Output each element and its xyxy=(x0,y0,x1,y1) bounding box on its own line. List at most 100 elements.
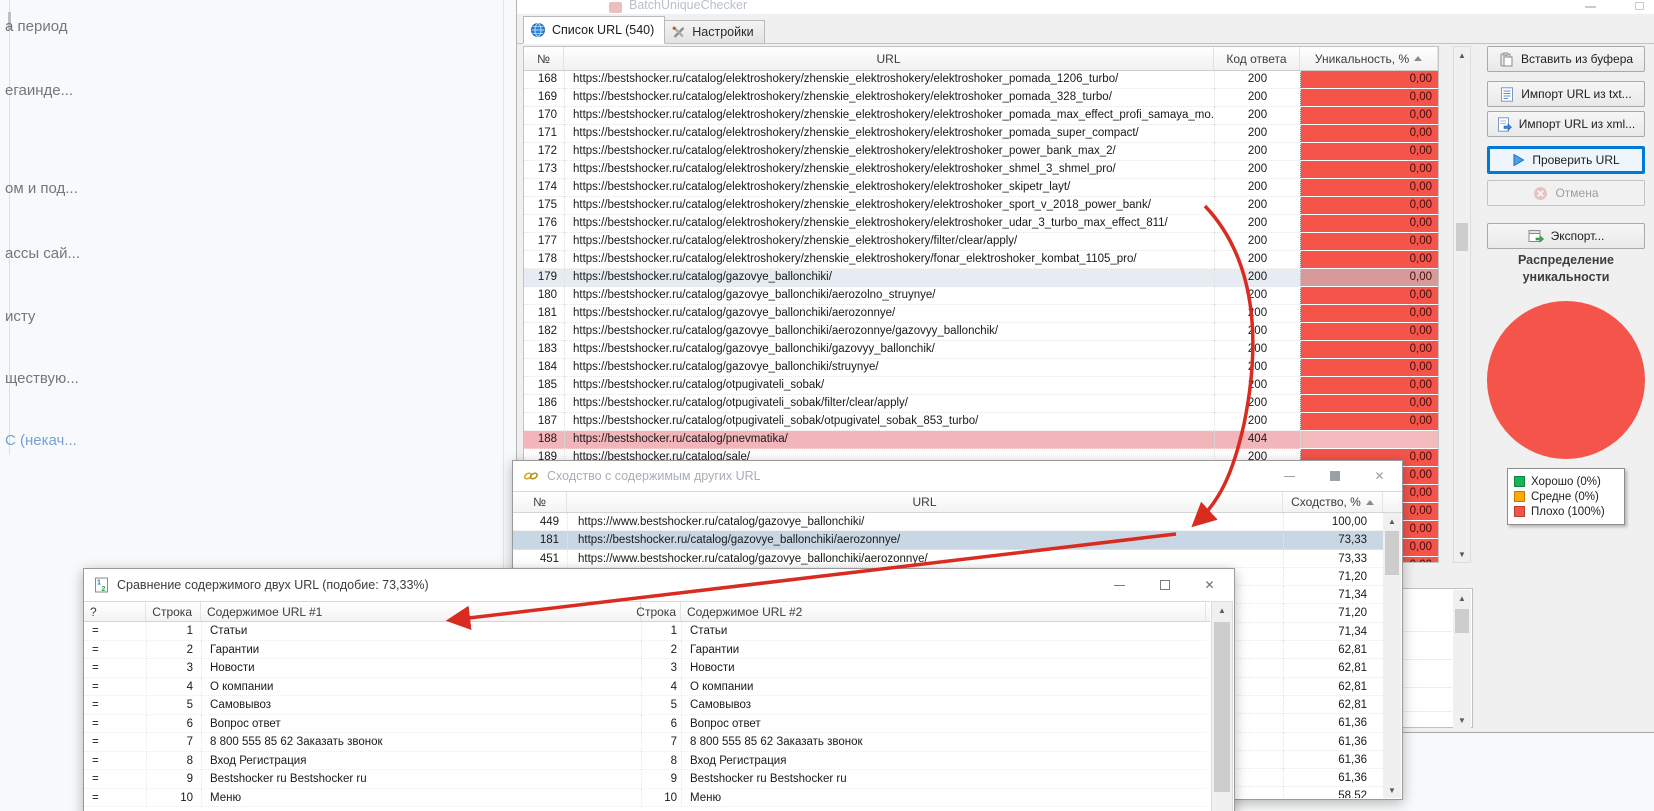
table-row[interactable]: 184 https://bestshocker.ru/catalog/gazovy… xyxy=(524,359,1438,377)
column-header-content2[interactable]: Содержимое URL #2 xyxy=(681,602,1206,621)
maximize-icon[interactable] xyxy=(1312,461,1357,491)
scroll-up-icon[interactable]: ▲ xyxy=(1212,602,1232,618)
maximize-icon[interactable] xyxy=(1142,570,1187,600)
diff-mark: = xyxy=(84,696,146,715)
comparison-window-titlebar[interactable]: 12 Сравнение содержимого двух URL (подоб… xyxy=(84,569,1234,601)
import-url-txt-button[interactable]: Импорт URL из txt... xyxy=(1487,81,1645,107)
column-header-content1[interactable]: Содержимое URL #1 xyxy=(201,602,641,621)
maximize-icon[interactable] xyxy=(1635,2,1644,10)
table-row[interactable]: 169 https://bestshocker.ru/catalog/elektr… xyxy=(524,89,1438,107)
table-row[interactable]: = 7 8 800 555 85 62 Заказать звонок 7 8 800 … xyxy=(84,733,1210,752)
table-row[interactable]: 180 https://bestshocker.ru/catalog/gazovy… xyxy=(524,287,1438,305)
table-row[interactable]: = 3 Новости 3 Новости xyxy=(84,659,1210,678)
row-url: https://www.bestshocker.ru/catalog/gazov… xyxy=(567,549,1283,568)
import-url-xml-button[interactable]: Импорт URL из xml... xyxy=(1487,111,1645,137)
table-row[interactable]: = 1 Статьи 1 Статьи xyxy=(84,622,1210,641)
table-row[interactable]: 188 https://bestshocker.ru/catalog/pnevma… xyxy=(524,431,1438,449)
content-url-2: Самовывоз xyxy=(681,696,1206,715)
scroll-up-icon[interactable]: ▲ xyxy=(1453,590,1471,606)
table-row[interactable]: = 5 Самовывоз 5 Самовывоз xyxy=(84,696,1210,715)
export-button[interactable]: Экспорт... xyxy=(1487,223,1645,249)
line-number-1: 9 xyxy=(146,770,201,789)
column-header-line2[interactable]: Строка xyxy=(636,602,681,621)
line-number-2: 1 xyxy=(641,622,681,641)
list-item[interactable]: 181 https://bestshocker.ru/catalog/gazovy… xyxy=(513,531,1383,550)
table-row[interactable]: 182 https://bestshocker.ru/catalog/gazovy… xyxy=(524,323,1438,341)
table-row[interactable]: 171 https://bestshocker.ru/catalog/elektr… xyxy=(524,125,1438,143)
table-row[interactable]: 174 https://bestshocker.ru/catalog/elektr… xyxy=(524,179,1438,197)
table-row[interactable]: 173 https://bestshocker.ru/catalog/elektr… xyxy=(524,161,1438,179)
table-row[interactable]: 187 https://bestshocker.ru/catalog/otpugi… xyxy=(524,413,1438,431)
column-header-url[interactable]: URL xyxy=(567,492,1283,512)
table-row[interactable]: 175 https://bestshocker.ru/catalog/elektr… xyxy=(524,197,1438,215)
table-row[interactable]: = 9 Bestshocker ru Bestshocker ru 9 Bestshoc… xyxy=(84,770,1210,789)
table-row[interactable]: 168 https://bestshocker.ru/catalog/elektr… xyxy=(524,71,1438,89)
content-url-1: О компании xyxy=(201,677,641,696)
scroll-down-icon[interactable]: ▼ xyxy=(1454,546,1470,562)
table-row[interactable]: = 10 Меню 10 Меню xyxy=(84,788,1210,807)
row-url: https://bestshocker.ru/catalog/elektrosh… xyxy=(564,89,1214,107)
row-url: https://www.bestshocker.ru/catalog/gazov… xyxy=(567,513,1283,532)
column-header-num[interactable]: № xyxy=(513,492,567,512)
comparison-scrollbar[interactable]: ▲ xyxy=(1211,601,1233,811)
line-number-1: 10 xyxy=(146,788,201,807)
table-row[interactable]: = 8 Вход Регистрация 8 Вход Регистрация xyxy=(84,751,1210,770)
row-response-code: 200 xyxy=(1214,359,1300,377)
column-header-diff[interactable]: ? xyxy=(84,602,146,621)
scrollbar-thumb[interactable] xyxy=(1456,223,1468,251)
content-url-2: Гарантии xyxy=(681,640,1206,659)
table-row[interactable]: 170 https://bestshocker.ru/catalog/elektr… xyxy=(524,107,1438,125)
url-table-scrollbar[interactable]: ▲ ▼ xyxy=(1453,46,1471,563)
list-item[interactable]: 449 https://www.bestshocker.ru/catalog/ga… xyxy=(513,513,1383,532)
close-icon[interactable]: ✕ xyxy=(1187,570,1232,600)
table-row[interactable]: 176 https://bestshocker.ru/catalog/elektr… xyxy=(524,215,1438,233)
log-list-scrollbar[interactable]: ▲ ▼ xyxy=(1453,590,1471,728)
table-row[interactable]: = 4 О компании 4 О компании xyxy=(84,677,1210,696)
column-header-similarity[interactable]: Сходство, % xyxy=(1283,492,1383,512)
scrollbar-thumb[interactable] xyxy=(1214,622,1230,792)
line-number-2: 3 xyxy=(641,659,681,678)
line-number-1: 5 xyxy=(146,696,201,715)
table-row[interactable]: 186 https://bestshocker.ru/catalog/otpugi… xyxy=(524,395,1438,413)
table-row[interactable]: 183 https://bestshocker.ru/catalog/gazovy… xyxy=(524,341,1438,359)
column-header-line1[interactable]: Строка xyxy=(146,602,201,621)
scroll-up-icon[interactable]: ▲ xyxy=(1454,47,1470,63)
pie-chart-title: Распределение уникальности xyxy=(1517,253,1614,284)
column-header-uniqueness[interactable]: Уникальность, % xyxy=(1300,47,1438,70)
table-row[interactable]: 185 https://bestshocker.ru/catalog/otpugi… xyxy=(524,377,1438,395)
diff-mark: = xyxy=(84,733,146,752)
table-row[interactable]: = 2 Гарантии 2 Гарантии xyxy=(84,640,1210,659)
check-url-button[interactable]: Проверить URL xyxy=(1487,146,1645,174)
column-header-code[interactable]: Код ответа xyxy=(1214,47,1300,70)
scroll-down-icon[interactable]: ▼ xyxy=(1453,712,1471,728)
minimize-icon[interactable] xyxy=(1267,461,1312,491)
sort-ascending-icon xyxy=(1414,56,1423,61)
scrollbar-thumb[interactable] xyxy=(1455,609,1469,633)
content-url-1: Вход Регистрация xyxy=(201,751,641,770)
comparison-window: 12 Сравнение содержимого двух URL (подоб… xyxy=(83,568,1235,811)
close-icon[interactable]: ✕ xyxy=(1357,461,1402,491)
scroll-up-icon[interactable]: ▲ xyxy=(1383,513,1401,529)
table-row[interactable]: 177 https://bestshocker.ru/catalog/elektr… xyxy=(524,233,1438,251)
similarity-scrollbar[interactable]: ▲ ▼ xyxy=(1383,513,1401,798)
table-row[interactable]: 179 https://bestshocker.ru/catalog/gazovy… xyxy=(524,269,1438,287)
paste-from-clipboard-button[interactable]: Вставить из буфера xyxy=(1487,46,1645,72)
row-similarity: 61,36 xyxy=(1283,714,1383,733)
row-uniqueness: 0,00 xyxy=(1300,179,1438,197)
table-row[interactable]: 172 https://bestshocker.ru/catalog/elektr… xyxy=(524,143,1438,161)
scrollbar-thumb[interactable] xyxy=(1385,531,1399,575)
column-header-num[interactable]: № xyxy=(524,47,564,70)
scroll-down-icon[interactable]: ▼ xyxy=(1383,782,1401,798)
row-response-code: 200 xyxy=(1214,143,1300,161)
column-header-url[interactable]: URL xyxy=(564,47,1214,70)
table-row[interactable]: 181 https://bestshocker.ru/catalog/gazovy… xyxy=(524,305,1438,323)
table-row[interactable]: = 6 Вопрос ответ 6 Вопрос ответ xyxy=(84,714,1210,733)
tab-url-list[interactable]: Список URL (540) xyxy=(523,16,666,44)
table-row[interactable]: 178 https://bestshocker.ru/catalog/elektr… xyxy=(524,251,1438,269)
background-link-text[interactable]: С (некач... xyxy=(5,432,77,449)
tab-settings[interactable]: Настройки xyxy=(665,20,765,44)
list-item[interactable]: 451 https://www.bestshocker.ru/catalog/ga… xyxy=(513,549,1383,568)
line-number-2: 9 xyxy=(641,770,681,789)
minimize-icon[interactable] xyxy=(1097,570,1142,600)
minimize-icon[interactable] xyxy=(1585,6,1596,8)
